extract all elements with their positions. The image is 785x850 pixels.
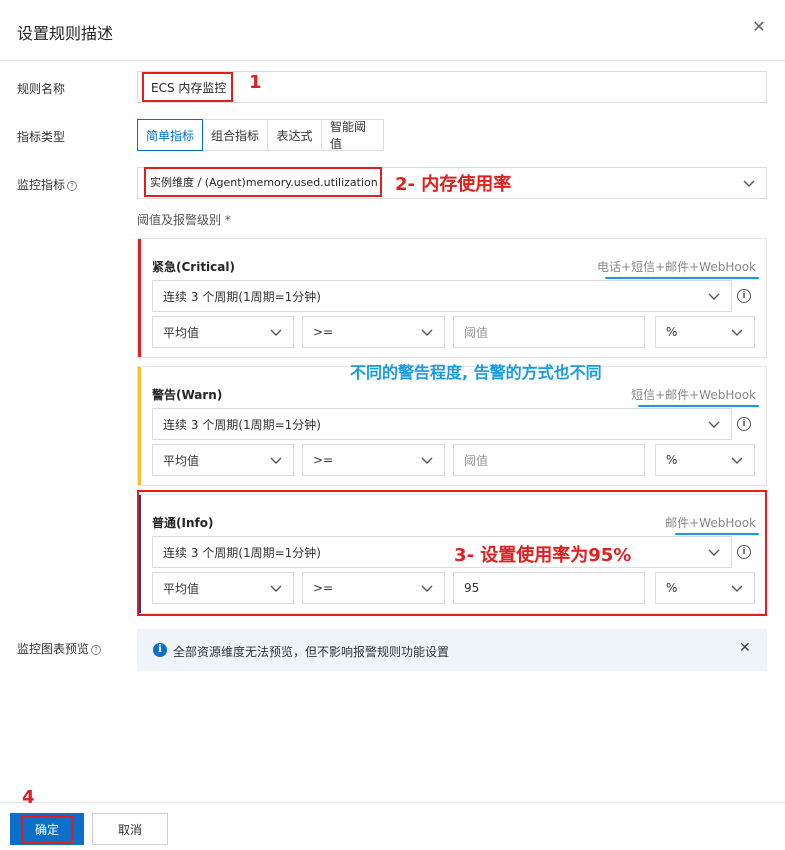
help-icon[interactable]: ? xyxy=(91,644,102,655)
notify-methods: 短信+邮件+WebHook xyxy=(631,388,756,402)
preview-notice-banner: i 全部资源维度无法预览，但不影响报警规则功能设置 ✕ xyxy=(137,629,767,671)
threshold-input[interactable]: 阈值 xyxy=(453,316,645,348)
operator-select[interactable]: >= xyxy=(302,444,445,476)
tab-expression[interactable]: 表达式 xyxy=(268,119,322,151)
notify-methods: 电话+短信+邮件+WebHook xyxy=(597,260,756,274)
help-icon[interactable]: ? xyxy=(67,180,78,191)
chevron-down-icon xyxy=(730,325,744,339)
footer-divider xyxy=(0,802,785,803)
header-divider xyxy=(0,60,785,61)
stat-select[interactable]: 平均值 xyxy=(152,316,294,348)
annotation-4: 4 xyxy=(22,787,35,808)
close-icon[interactable]: ✕ xyxy=(750,18,768,36)
metric-label: 监控指标? xyxy=(17,176,78,193)
operator-value: >= xyxy=(313,325,334,339)
operator-select[interactable]: >= xyxy=(302,316,445,348)
period-select[interactable]: 连续 3 个周期(1周期=1分钟) xyxy=(152,280,732,312)
annotation-levels-note: 不同的警告程度, 告警的方式也不同 xyxy=(350,363,602,382)
period-value: 连续 3 个周期(1周期=1分钟) xyxy=(163,417,321,432)
notify-underline xyxy=(605,277,759,279)
tab-composite-metric[interactable]: 组合指标 xyxy=(203,119,268,151)
confirm-label: 确定 xyxy=(20,814,73,844)
chevron-down-icon xyxy=(707,417,721,431)
preview-label-text: 监控图表预览 xyxy=(17,642,90,656)
unit-value: % xyxy=(666,453,678,467)
chevron-down-icon xyxy=(707,289,721,303)
metric-type-tabs: 简单指标 组合指标 表达式 智能阈值 xyxy=(137,119,384,151)
tab-smart-threshold[interactable]: 智能阈值 xyxy=(322,119,384,151)
operator-value: >= xyxy=(313,453,334,467)
period-select[interactable]: 连续 3 个周期(1周期=1分钟) xyxy=(152,408,732,440)
preview-notice-text: 全部资源维度无法预览，但不影响报警规则功能设置 xyxy=(173,645,450,659)
unit-value: % xyxy=(666,325,678,339)
level-title: 警告(Warn) xyxy=(152,388,223,402)
metric-highlight: 实例维度 / (Agent)memory.used.utilization xyxy=(144,167,382,197)
stat-value: 平均值 xyxy=(163,453,200,468)
level-card-critical: 紧急(Critical) 电话+短信+邮件+WebHook 连续 3 个周期(1… xyxy=(137,238,767,358)
annotation-1: 1 xyxy=(249,72,262,93)
chevron-down-icon xyxy=(420,453,434,467)
dialog-title: 设置规则描述 xyxy=(17,24,114,43)
rule-name-value: ECS 内存监控 xyxy=(151,80,227,95)
threshold-placeholder: 阈值 xyxy=(464,453,489,468)
stat-value: 平均值 xyxy=(163,325,200,340)
unit-select[interactable]: % xyxy=(655,444,755,476)
confirm-button[interactable]: 确定 xyxy=(10,813,84,845)
level-card-warn: 警告(Warn) 短信+邮件+WebHook 连续 3 个周期(1周期=1分钟)… xyxy=(137,366,767,486)
metric-value: 实例维度 / (Agent)memory.used.utilization xyxy=(150,176,378,189)
unit-select[interactable]: % xyxy=(655,316,755,348)
cancel-button[interactable]: 取消 xyxy=(92,813,168,845)
threshold-input[interactable]: 阈值 xyxy=(453,444,645,476)
level-bar-critical xyxy=(138,239,141,357)
annotation-3: 3- 设置使用率为95% xyxy=(452,541,634,567)
period-value: 连续 3 个周期(1周期=1分钟) xyxy=(163,289,321,304)
threshold-label: 阈值及报警级别 * xyxy=(137,213,231,227)
close-icon[interactable]: ✕ xyxy=(739,640,751,656)
rule-name-highlight: ECS 内存监控 xyxy=(142,72,233,102)
metric-type-label: 指标类型 xyxy=(17,130,66,144)
chevron-down-icon xyxy=(269,325,283,339)
chevron-down-icon xyxy=(420,325,434,339)
tab-simple-metric[interactable]: 简单指标 xyxy=(137,119,203,151)
info-circle-icon: i xyxy=(153,643,167,657)
info-icon[interactable]: i xyxy=(737,289,751,303)
annotation-2: 2- 内存使用率 xyxy=(395,174,512,195)
info-icon[interactable]: i xyxy=(737,417,751,431)
level-title: 紧急(Critical) xyxy=(152,260,235,274)
chevron-down-icon xyxy=(730,453,744,467)
rule-name-label: 规则名称 xyxy=(17,82,66,96)
level-bar-warn xyxy=(138,367,141,485)
chevron-down-icon xyxy=(269,453,283,467)
preview-label: 监控图表预览? xyxy=(17,640,102,657)
chevron-down-icon xyxy=(742,176,756,190)
threshold-placeholder: 阈值 xyxy=(464,325,489,340)
stat-select[interactable]: 平均值 xyxy=(152,444,294,476)
metric-label-text: 监控指标 xyxy=(17,178,66,192)
notify-underline xyxy=(638,405,759,407)
